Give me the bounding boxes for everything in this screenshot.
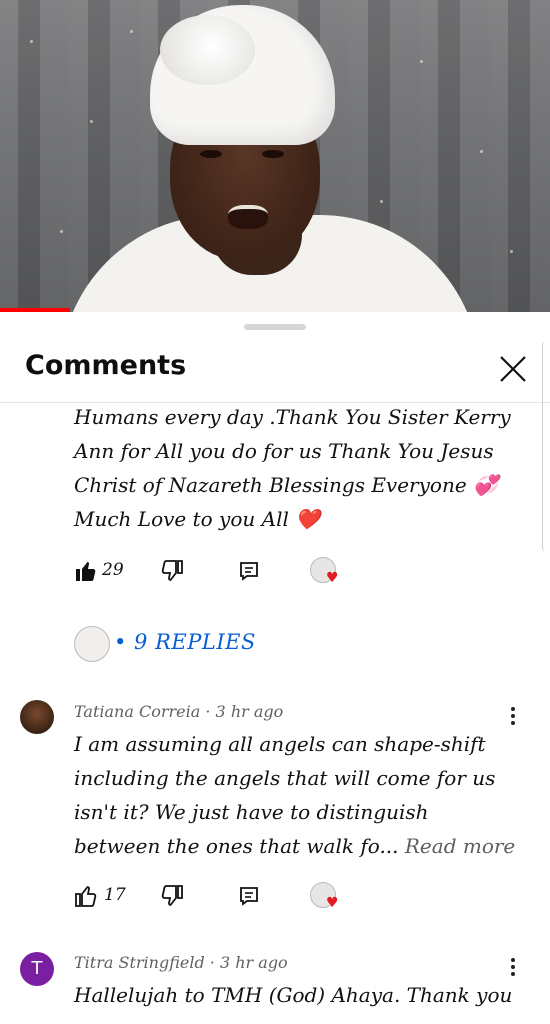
close-icon (500, 356, 526, 382)
video-speck (60, 230, 63, 233)
comments-sheet: Comments Humans every day .Thank You Sis… (0, 312, 550, 1024)
reply-icon[interactable] (238, 885, 260, 907)
close-button[interactable] (494, 350, 532, 388)
creator-avatar (74, 626, 110, 662)
comment-body: I am assuming all angels can shape-shift… (74, 727, 534, 863)
like-icon[interactable] (74, 884, 98, 908)
video-speck (420, 60, 423, 63)
read-more-link[interactable]: Read more (405, 834, 515, 858)
like-icon[interactable] (74, 559, 98, 583)
comment-line: Hallelujah to TMH (God) Ahaya. Thank you (74, 983, 513, 1007)
comment-truncated: between the ones that walk fo... (74, 834, 399, 858)
comment-line: Much Love to you All ❤️ (74, 507, 321, 531)
video-speck (380, 200, 383, 203)
comment-line: Christ of Nazareth Blessings Everyone 💞 (74, 473, 498, 497)
heart-icon: ♥ (326, 570, 339, 586)
comment-line: Humans every day .Thank You Sister Kerry (74, 405, 511, 429)
drag-handle[interactable] (244, 324, 306, 330)
comment-actions: 17 ♥ (74, 882, 374, 912)
comment-line: including the angels that will come for … (74, 766, 496, 790)
video-speck (480, 150, 483, 153)
comment-time: 3 hr ago (215, 702, 284, 721)
meta-separator: · (209, 953, 220, 972)
author-avatar[interactable]: T (20, 952, 54, 986)
author-name[interactable]: Tatiana Correia (74, 702, 200, 721)
like-count: 17 (104, 885, 126, 905)
person-eye (262, 150, 284, 158)
video-speck (90, 120, 93, 123)
comment-line: isn't it? We just have to distinguish (74, 800, 429, 824)
comment-body: Humans every day .Thank You Sister Kerry… (74, 400, 534, 536)
author-avatar[interactable] (20, 700, 54, 734)
video-speck (130, 30, 133, 33)
dislike-icon[interactable] (160, 884, 184, 908)
comment-actions: 29 ♥ (74, 557, 374, 587)
author-name[interactable]: Titra Stringfield (74, 953, 205, 972)
person-mouth (228, 205, 268, 229)
video-speck (30, 40, 33, 43)
comment-line: Ann for All you do for us Thank You Jesu… (74, 439, 494, 463)
meta-separator: · (205, 702, 216, 721)
comment-meta: Titra Stringfield · 3 hr ago (74, 953, 288, 972)
person-eye (200, 150, 222, 158)
view-replies-button[interactable]: • 9 REPLIES (74, 624, 274, 664)
like-count: 29 (102, 560, 124, 580)
scrollbar[interactable] (542, 342, 550, 552)
video-player[interactable] (0, 0, 550, 312)
comment-body: Hallelujah to TMH (God) Ahaya. Thank you (74, 978, 534, 1012)
dislike-icon[interactable] (160, 559, 184, 583)
sheet-title: Comments (25, 350, 187, 381)
comment-time: 3 hr ago (219, 953, 288, 972)
headwrap-flower (160, 15, 255, 85)
heart-icon: ♥ (326, 895, 339, 911)
comment-meta: Tatiana Correia · 3 hr ago (74, 702, 283, 721)
replies-label: • 9 REPLIES (114, 630, 256, 654)
video-speck (510, 250, 513, 253)
comment-line: I am assuming all angels can shape-shift (74, 732, 486, 756)
reply-icon[interactable] (238, 560, 260, 582)
comment-line: between the ones that walk fo... Read mo… (74, 829, 534, 863)
